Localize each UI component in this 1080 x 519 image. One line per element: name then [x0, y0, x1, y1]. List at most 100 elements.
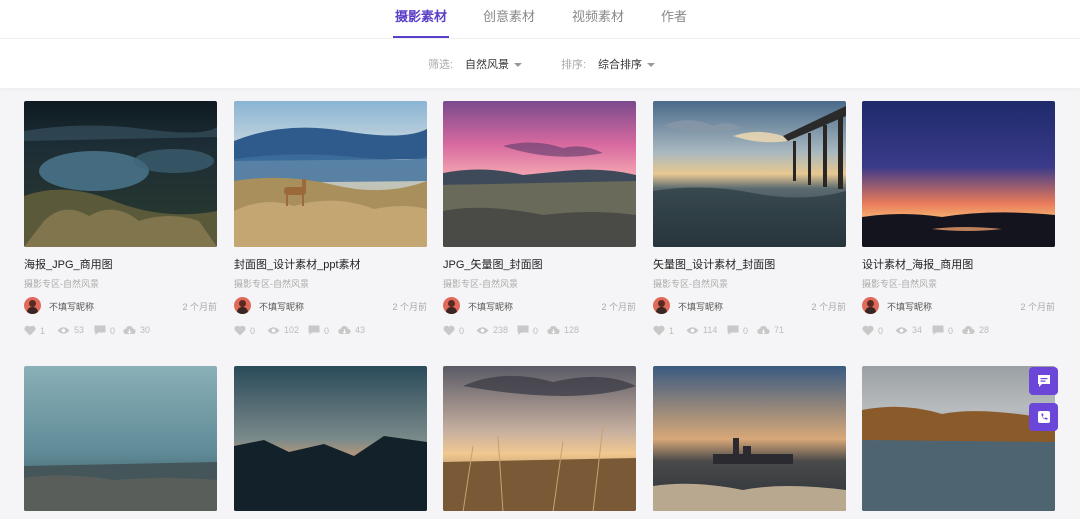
thumbnail-marsh[interactable] [24, 101, 217, 247]
avatar[interactable] [234, 297, 251, 314]
like-stat[interactable]: 0 [862, 325, 883, 336]
comment-stat[interactable]: 0 [94, 325, 115, 336]
city-lake-photo [653, 366, 846, 511]
card-author-row: 不填写昵称 2 个月前 [862, 297, 1055, 315]
like-count: 0 [878, 325, 884, 336]
message-icon [1037, 375, 1050, 387]
like-stat[interactable]: 1 [24, 325, 45, 336]
tab-photo-material[interactable]: 摄影素材 [392, 6, 450, 38]
author-name[interactable]: 不填写昵称 [887, 300, 932, 313]
comment-count: 0 [110, 325, 116, 336]
avatar[interactable] [443, 297, 460, 314]
antelope-photo [234, 101, 427, 247]
like-stat[interactable]: 0 [443, 325, 464, 336]
heart-icon [653, 325, 665, 336]
thumbnail-foggy-shore[interactable] [24, 366, 217, 511]
comment-icon [932, 325, 944, 335]
tab-creative-material[interactable]: 创意素材 [483, 6, 535, 38]
comment-count: 0 [533, 325, 539, 336]
card-title[interactable]: 矢量图_设计素材_封面图 [653, 256, 775, 272]
thumbnail-antelope[interactable] [234, 101, 427, 247]
thumbnail-brown-hills-lake[interactable] [862, 366, 1055, 511]
comment-stat[interactable]: 0 [727, 325, 748, 336]
twilight-photo [862, 101, 1055, 247]
download-stat[interactable]: 30 [123, 325, 150, 335]
post-time: 2 个月前 [811, 302, 846, 312]
download-stat[interactable]: 71 [757, 325, 784, 335]
heart-icon [24, 325, 36, 336]
card-title[interactable]: 设计素材_海报_商用图 [862, 256, 973, 272]
thumbnail-pier[interactable] [653, 101, 846, 247]
card-author-row: 不填写昵称 2 个月前 [234, 297, 427, 315]
pier-photo [653, 101, 846, 247]
comment-count: 0 [324, 325, 330, 336]
download-stat[interactable]: 43 [338, 325, 365, 335]
heart-icon [234, 325, 246, 336]
comment-stat[interactable]: 0 [932, 325, 953, 336]
card-category: 摄影专区-自然风景 [234, 279, 309, 289]
view-count: 53 [74, 325, 85, 335]
tab-authors[interactable]: 作者 [661, 6, 687, 38]
eye-icon [476, 326, 489, 334]
author-name[interactable]: 不填写昵称 [49, 300, 94, 313]
download-stat[interactable]: 128 [547, 325, 579, 335]
card-title[interactable]: 海报_JPG_商用图 [24, 256, 113, 272]
like-count: 0 [250, 325, 256, 336]
thumbnail-grass-sunset[interactable] [443, 366, 636, 511]
view-stat: 34 [895, 325, 922, 335]
thumbnail-twilight[interactable] [862, 101, 1055, 247]
comment-count: 0 [743, 325, 749, 336]
sunset-valley-photo [443, 101, 636, 247]
comment-icon [94, 325, 106, 335]
eye-icon [895, 326, 908, 334]
view-count: 34 [912, 325, 923, 335]
filter-bar: 筛选: 自然风景 排序: 综合排序 [0, 38, 1080, 88]
download-count: 28 [979, 325, 990, 335]
chevron-down-icon [514, 62, 522, 67]
tab-video-material[interactable]: 视频素材 [572, 6, 624, 38]
thumbnail-city-lake[interactable] [653, 366, 846, 511]
comment-icon [517, 325, 529, 335]
card-author-row: 不填写昵称 2 个月前 [653, 297, 846, 315]
filter-value: 自然风景 [465, 59, 509, 71]
comment-stat[interactable]: 0 [308, 325, 329, 336]
post-time: 2 个月前 [1020, 302, 1055, 312]
card-author-row: 不填写昵称 2 个月前 [443, 297, 636, 315]
author-name[interactable]: 不填写昵称 [468, 300, 513, 313]
download-count: 30 [140, 325, 151, 335]
avatar[interactable] [862, 297, 879, 314]
card-title[interactable]: JPG_矢量图_封面图 [443, 256, 543, 272]
thumbnail-sunset-valley[interactable] [443, 101, 636, 247]
top-nav: 摄影素材 创意素材 视频素材 作者 [0, 0, 1080, 38]
message-button[interactable] [1029, 367, 1058, 395]
eye-icon [267, 326, 280, 334]
thumbnail-mountain-dusk[interactable] [234, 366, 427, 511]
cloud-download-icon [962, 325, 975, 334]
author-name[interactable]: 不填写昵称 [678, 300, 723, 313]
filter-dropdown[interactable]: 自然风景 [465, 56, 522, 72]
heart-icon [443, 325, 455, 336]
sort-dropdown[interactable]: 综合排序 [598, 56, 655, 72]
download-stat[interactable]: 28 [962, 325, 989, 335]
avatar[interactable] [24, 297, 41, 314]
like-stat[interactable]: 1 [653, 325, 674, 336]
like-stat[interactable]: 0 [234, 325, 255, 336]
cloud-download-icon [547, 325, 560, 334]
author-name[interactable]: 不填写昵称 [259, 300, 304, 313]
eye-icon [57, 326, 70, 334]
card-title[interactable]: 封面图_设计素材_ppt素材 [234, 256, 361, 272]
view-stat: 238 [476, 325, 508, 335]
sort-label: 排序: [561, 59, 587, 71]
chevron-down-icon [647, 62, 655, 67]
download-count: 71 [774, 325, 785, 335]
comment-count: 0 [948, 325, 954, 336]
filter-label: 筛选: [428, 59, 454, 71]
cloud-download-icon [757, 325, 770, 334]
comment-stat[interactable]: 0 [517, 325, 538, 336]
post-time: 2 个月前 [601, 302, 636, 312]
view-stat: 114 [686, 325, 717, 335]
sort-value: 综合排序 [598, 59, 642, 71]
phone-button[interactable] [1029, 403, 1058, 431]
cloud-download-icon [338, 325, 351, 334]
avatar[interactable] [653, 297, 670, 314]
